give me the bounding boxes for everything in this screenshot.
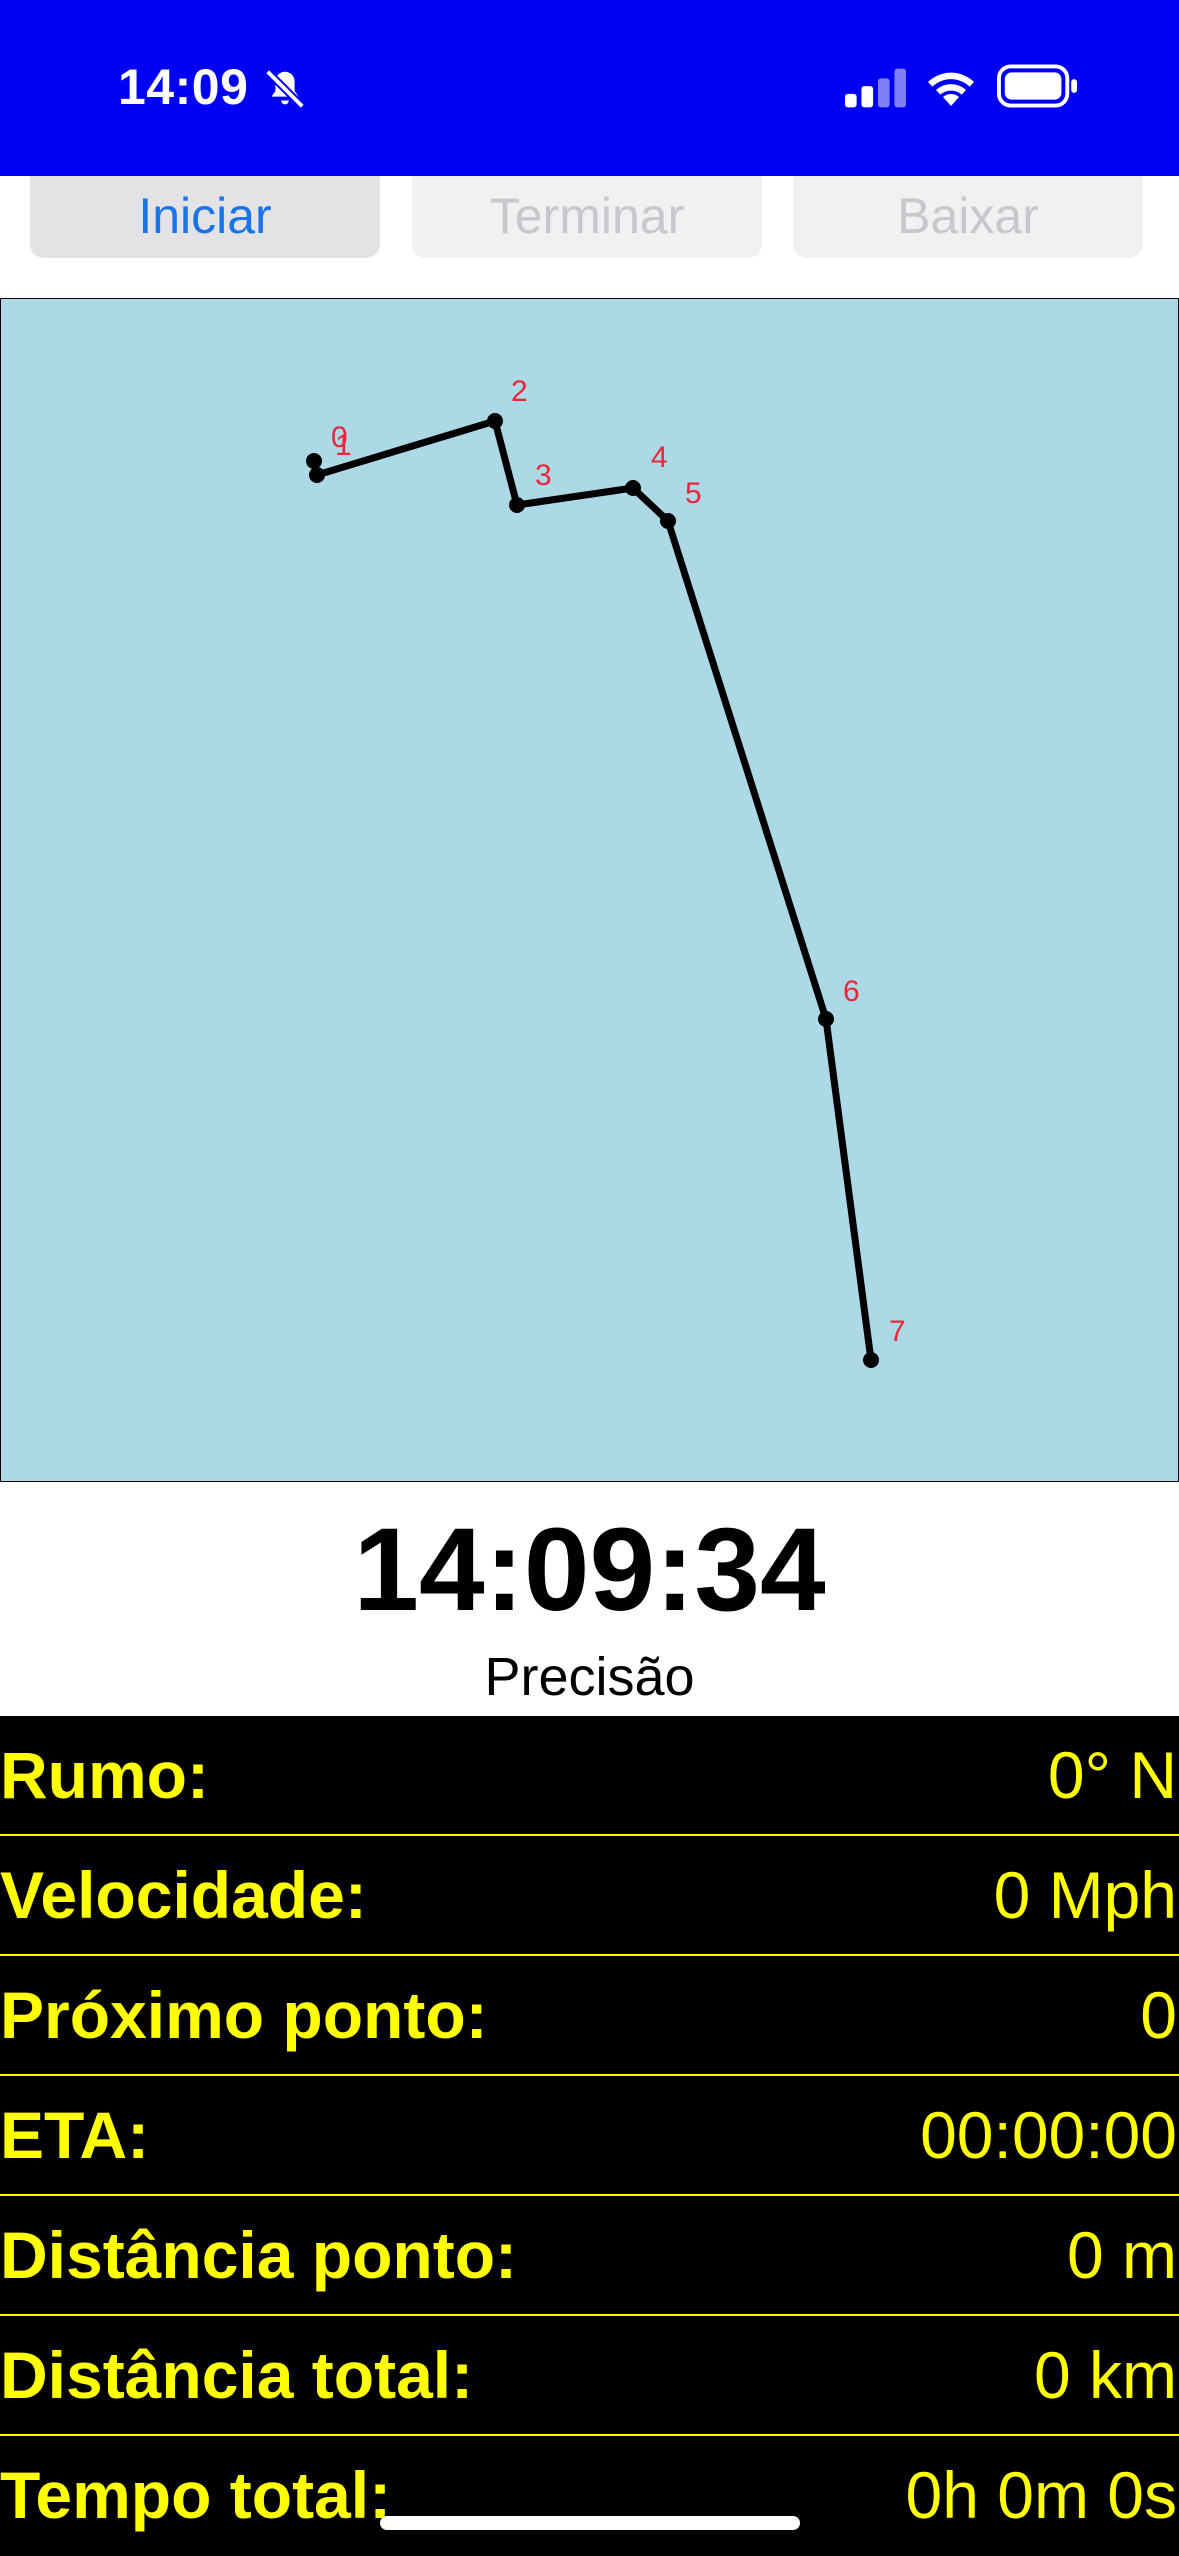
total-time-value: 0h 0m 0s [905,2458,1177,2532]
point-label: 3 [535,459,552,492]
point-label: 2 [511,375,528,408]
wifi-icon [928,72,974,106]
total-distance-label: Distância total: [0,2338,474,2412]
speed-label: Velocidade: [0,1858,367,1932]
stats-panel: Rumo: 0° N Velocidade: 0 Mph Próximo pon… [0,1716,1179,2556]
bell-slash-icon [265,69,305,109]
route-canvas: 0 1 2 3 4 5 6 7 [306,375,906,1368]
next-point-label: Próximo ponto: [0,1978,488,2052]
stat-row-heading: Rumo: 0° N [0,1716,1179,1836]
speed-value: 0 Mph [993,1858,1177,1932]
stat-row-next-point: Próximo ponto: 0 [0,1956,1179,2076]
route-point [660,513,676,529]
eta-label: ETA: [0,2098,150,2172]
toolbar: Iniciar Terminar Baixar [0,176,1179,268]
next-point-value: 0 [1140,1978,1177,2052]
eta-value: 00:00:00 [920,2098,1177,2172]
point-distance-value: 0 m [1066,2218,1177,2292]
precision-label: Precisão [484,1647,695,1707]
route-point [306,453,322,469]
stat-row-speed: Velocidade: 0 Mph [0,1836,1179,1956]
route-point [487,413,503,429]
start-button[interactable]: Iniciar [30,176,380,258]
route-point [863,1352,879,1368]
stat-row-eta: ETA: 00:00:00 [0,2076,1179,2196]
home-indicator[interactable] [380,2516,800,2530]
current-time: 14:09:34 [353,1504,826,1636]
route-point [309,467,325,483]
status-time: 14:09 [118,59,249,115]
point-label: 6 [843,975,860,1008]
route-line [310,417,875,1361]
route-point [625,480,641,496]
stat-row-total-distance: Distância total: 0 km [0,2316,1179,2436]
point-label: 5 [685,477,702,510]
battery-icon [997,64,1078,108]
total-distance-value: 0 km [1033,2338,1177,2412]
status-bar: 14:09 [0,0,1179,176]
heading-label: Rumo: [0,1738,209,1812]
route-point [509,497,525,513]
stat-row-point-distance: Distância ponto: 0 m [0,2196,1179,2316]
total-time-label: Tempo total: [0,2458,392,2532]
route-point [818,1011,834,1027]
route-labels: 0 1 2 3 4 5 6 7 [331,375,906,1348]
cellular-signal-icon [845,68,907,108]
point-label: 4 [651,441,668,474]
point-label: 1 [335,429,352,462]
point-label: 7 [889,1315,906,1348]
route-map[interactable]: 0 1 2 3 4 5 6 7 [0,298,1179,1482]
heading-value: 0° N [1047,1738,1177,1812]
route-points [306,413,879,1368]
point-distance-label: Distância ponto: [0,2218,518,2292]
stat-row-total-time: Tempo total: 0h 0m 0s [0,2436,1179,2554]
end-button[interactable]: Terminar [412,176,762,258]
download-button[interactable]: Baixar [793,176,1143,258]
